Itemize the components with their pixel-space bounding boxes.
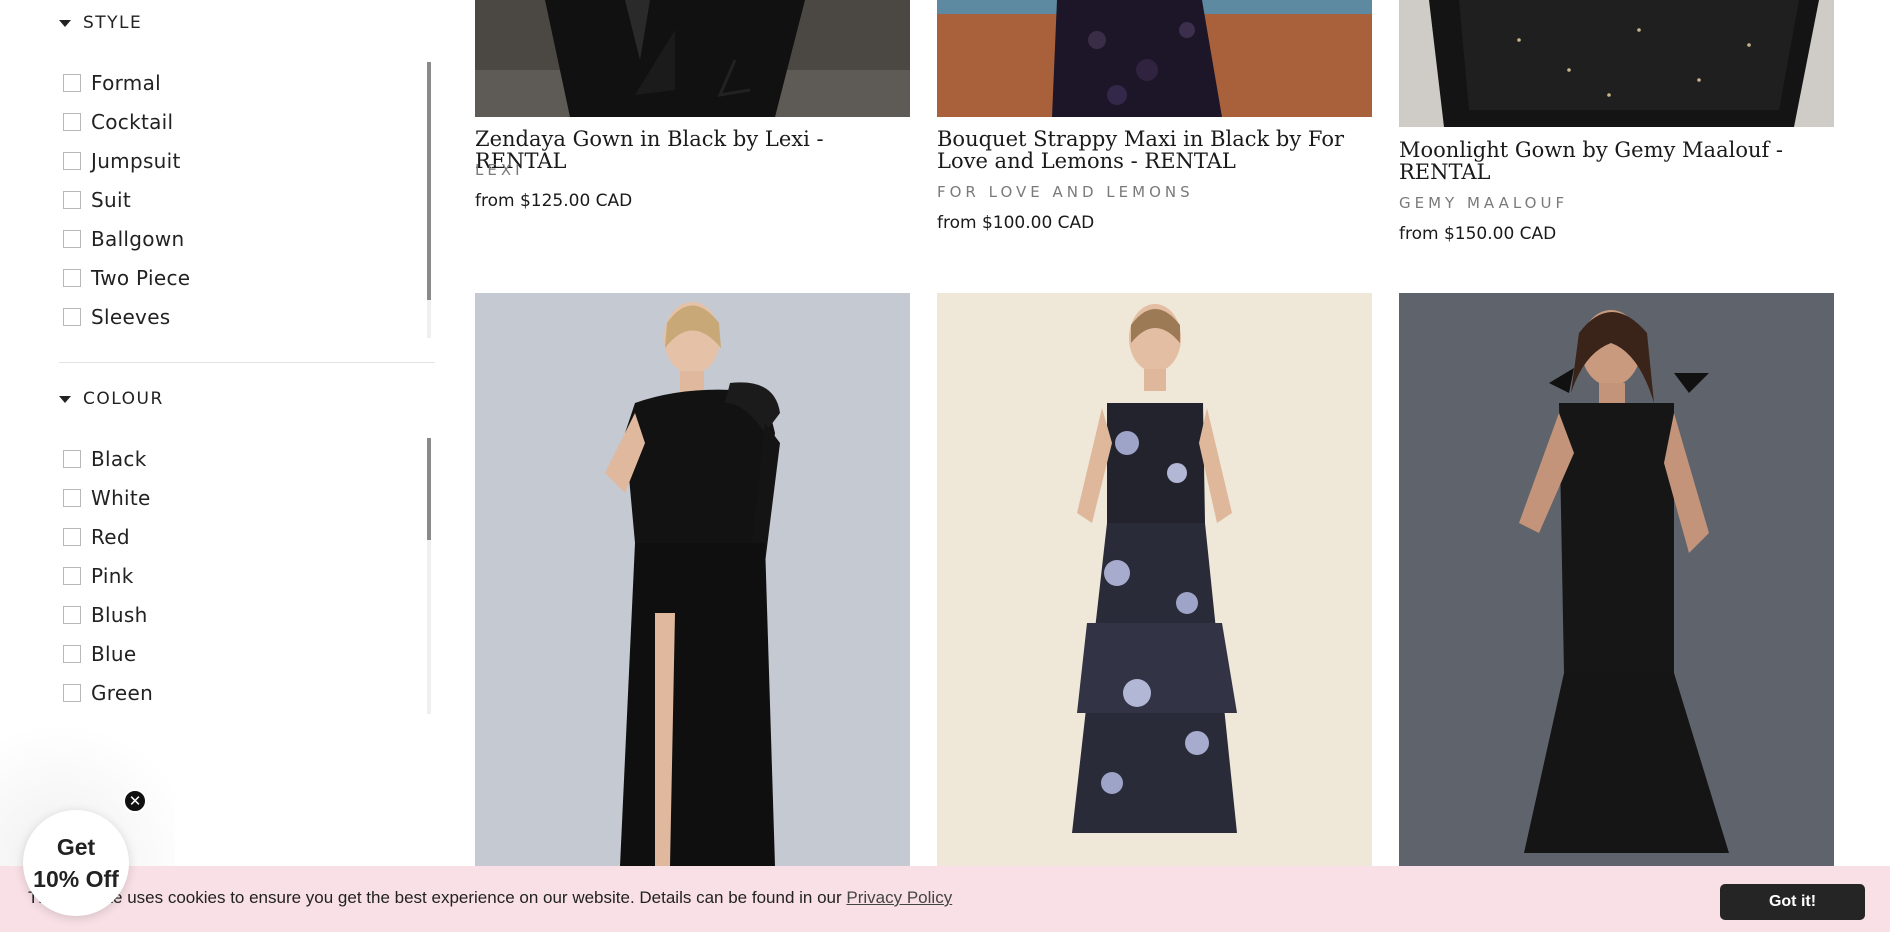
checkbox[interactable] — [63, 566, 81, 585]
promo-line-1: Get — [56, 834, 96, 860]
product-vendor: FOR LOVE AND LEMONS — [937, 183, 1194, 201]
product-image[interactable] — [937, 0, 1372, 117]
product-card-mermaid-dress[interactable] — [1399, 293, 1834, 866]
scrollbar-thumb[interactable] — [427, 438, 431, 540]
product-price: from $150.00 CAD — [1399, 224, 1557, 244]
discount-promo-button[interactable]: Get 10% Off — [23, 810, 129, 916]
colour-scrollbar[interactable] — [427, 438, 431, 714]
divider — [59, 362, 435, 363]
product-card-floral-tiered-dress[interactable] — [937, 293, 1372, 866]
filter-option-label: Ballgown — [91, 226, 185, 251]
product-title[interactable]: Zendaya Gown in Black by Lexi - RENTAL — [475, 128, 910, 172]
product-price: from $125.00 CAD — [475, 191, 633, 211]
promo-line-2: 10% Off — [33, 866, 119, 892]
cookie-banner: This website uses cookies to ensure you … — [0, 866, 1890, 932]
checkbox[interactable] — [63, 190, 81, 209]
product-image[interactable] — [1399, 293, 1834, 866]
filter-option-label: Blue — [91, 641, 137, 666]
product-photo-one-shoulder — [475, 293, 910, 866]
product-photo-floral-dress — [937, 293, 1372, 866]
filter-option-formal[interactable]: Formal — [63, 63, 433, 102]
checkbox[interactable] — [63, 73, 81, 92]
caret-down-icon — [59, 19, 71, 27]
filter-option-label: Blush — [91, 602, 148, 627]
product-image[interactable] — [475, 293, 910, 866]
filter-option-cocktail[interactable]: Cocktail — [63, 102, 433, 141]
privacy-policy-link[interactable]: Privacy Policy — [846, 888, 952, 907]
filter-option-label: Suit — [91, 187, 131, 212]
product-image[interactable] — [1399, 0, 1834, 127]
filter-option-suit[interactable]: Suit — [63, 180, 433, 219]
filter-header-colour[interactable]: COLOUR — [59, 386, 435, 412]
filter-group-colour: COLOUR Black White Red Pink Blush Blue G… — [59, 386, 435, 716]
product-photo-tulle-gown — [1399, 0, 1834, 127]
cookie-text: This website uses cookies to ensure you … — [28, 888, 842, 907]
scrollbar-thumb[interactable] — [427, 62, 431, 300]
product-photo-gown — [475, 0, 910, 117]
filter-option-blush[interactable]: Blush — [63, 595, 433, 634]
product-card-moonlight[interactable]: Moonlight Gown by Gemy Maalouf - RENTAL … — [1399, 0, 1834, 250]
filter-option-label: Formal — [91, 70, 161, 95]
checkbox[interactable] — [63, 683, 81, 702]
filter-title-style: STYLE — [83, 13, 143, 33]
filter-group-style: STYLE Formal Cocktail Jumpsuit Suit Ball… — [59, 10, 435, 340]
checkbox[interactable] — [63, 488, 81, 507]
filter-option-jumpsuit[interactable]: Jumpsuit — [63, 141, 433, 180]
checkbox[interactable] — [63, 112, 81, 131]
checkbox[interactable] — [63, 605, 81, 624]
filter-option-white[interactable]: White — [63, 478, 433, 517]
filter-option-label: Two Piece — [91, 265, 191, 290]
product-card-bouquet[interactable]: Bouquet Strappy Maxi in Black by For Lov… — [937, 0, 1372, 240]
product-image[interactable] — [937, 293, 1372, 866]
filter-option-two-piece[interactable]: Two Piece — [63, 258, 433, 297]
product-photo-maxi — [937, 0, 1372, 117]
product-vendor: LEXI — [475, 161, 524, 179]
caret-down-icon — [59, 395, 71, 403]
filter-option-label: Pink — [91, 563, 134, 588]
filter-title-colour: COLOUR — [83, 389, 164, 409]
filter-option-pink[interactable]: Pink — [63, 556, 433, 595]
checkbox[interactable] — [63, 229, 81, 248]
cookie-message: This website uses cookies to ensure you … — [28, 888, 952, 908]
checkbox[interactable] — [63, 307, 81, 326]
filter-option-black[interactable]: Black — [63, 439, 433, 478]
filter-option-label: Cocktail — [91, 109, 174, 134]
filter-option-label: Sleeves — [91, 304, 171, 329]
accept-cookies-button[interactable]: Got it! — [1720, 884, 1865, 920]
product-vendor: GEMY MAALOUF — [1399, 194, 1569, 212]
filter-option-label: Black — [91, 446, 147, 471]
style-scrollbar[interactable] — [427, 62, 431, 338]
product-title[interactable]: Moonlight Gown by Gemy Maalouf - RENTAL — [1399, 139, 1834, 183]
checkbox[interactable] — [63, 151, 81, 170]
product-photo-mermaid-dress — [1399, 293, 1834, 866]
checkbox[interactable] — [63, 449, 81, 468]
filter-option-blue[interactable]: Blue — [63, 634, 433, 673]
filter-option-label: Red — [91, 524, 130, 549]
product-title[interactable]: Bouquet Strappy Maxi in Black by For Lov… — [937, 128, 1372, 172]
filter-option-label: Jumpsuit — [91, 148, 181, 173]
filter-header-style[interactable]: STYLE — [59, 10, 435, 36]
close-icon[interactable]: ✕ — [123, 789, 147, 813]
product-price: from $100.00 CAD — [937, 213, 1095, 233]
filter-list-colour: Black White Red Pink Blush Blue Green — [63, 439, 433, 712]
filter-option-red[interactable]: Red — [63, 517, 433, 556]
product-card-zendaya[interactable]: Zendaya Gown in Black by Lexi - RENTAL L… — [475, 0, 910, 230]
checkbox[interactable] — [63, 268, 81, 287]
filter-option-label: White — [91, 485, 151, 510]
checkbox[interactable] — [63, 527, 81, 546]
filter-option-ballgown[interactable]: Ballgown — [63, 219, 433, 258]
filter-option-sleeves[interactable]: Sleeves — [63, 297, 433, 336]
product-image[interactable] — [475, 0, 910, 117]
checkbox[interactable] — [63, 644, 81, 663]
product-card-one-shoulder-gown[interactable] — [475, 293, 910, 866]
filter-list-style: Formal Cocktail Jumpsuit Suit Ballgown T… — [63, 63, 433, 336]
